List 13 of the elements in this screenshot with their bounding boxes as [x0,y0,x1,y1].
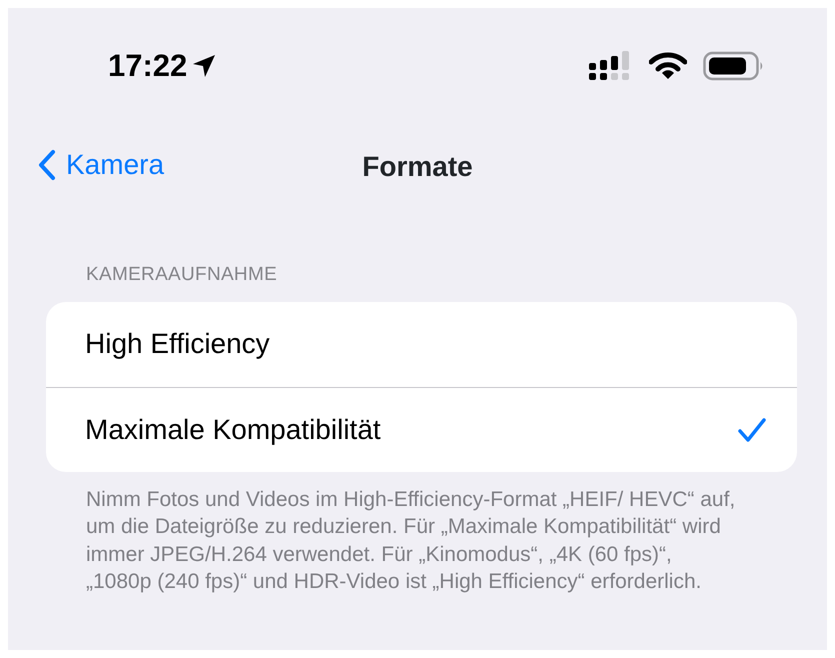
back-button[interactable]: Kamera [38,144,164,186]
wifi-icon [649,52,687,80]
checkmark-icon [737,416,767,442]
option-row[interactable]: Maximale Kompatibilität [46,386,797,472]
footer-note: Nimm Fotos und Videos im High-Efficiency-Format „HEIF/ HEVC“ auf, um die Dateigröße zu reduzieren. Für „Maximale Kompatibilität“ wird immer JPEG/H.264 verwendet. Für „Kinomodus“, „4K (60 fps)“, „1080p (240 fps)“ und HDR-Video ist „High Efficiency“ erforderlich. [86,486,736,595]
page-title: Formate [362,150,473,184]
option-row[interactable]: High Efficiency [46,302,797,386]
status-time: 17:22 [108,46,188,85]
back-label[interactable]: Kamera [66,144,164,186]
battery-icon [703,51,765,81]
section-header: KAMERAAUFNAHME [86,263,278,287]
location-arrow-icon [191,53,218,79]
chevron-left-icon [38,149,56,181]
